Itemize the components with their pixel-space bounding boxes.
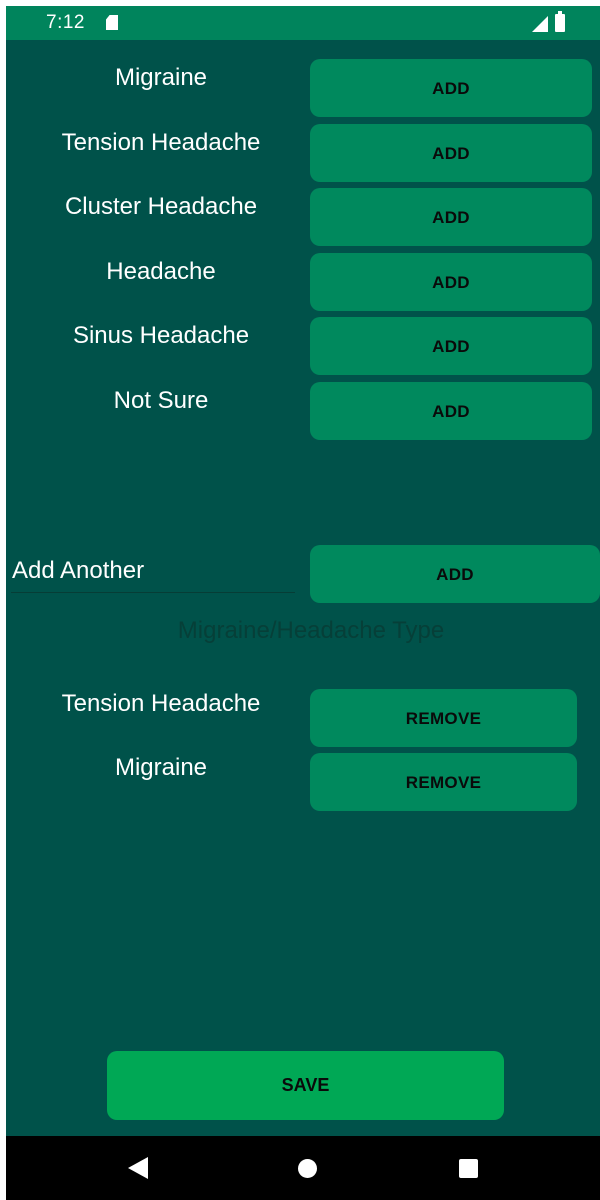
- option-label: Cluster Headache: [64, 193, 258, 220]
- option-label: Tension Headache: [61, 129, 261, 156]
- home-icon[interactable]: [298, 1159, 317, 1178]
- add-not-sure-button[interactable]: ADD: [310, 382, 592, 440]
- save-button[interactable]: SAVE: [107, 1051, 504, 1120]
- add-migraine-button[interactable]: ADD: [310, 59, 592, 117]
- section-title: Migraine/Headache Type: [177, 617, 445, 644]
- selected-label: Migraine: [114, 754, 208, 781]
- add-cluster-headache-button[interactable]: ADD: [310, 188, 592, 246]
- screen: 7:12 Migraine ADD Tension Headache ADD C…: [6, 6, 600, 1200]
- add-another-button[interactable]: ADD: [310, 545, 600, 603]
- option-label: Sinus Headache: [72, 322, 250, 349]
- sd-card-icon: [106, 15, 118, 30]
- back-icon[interactable]: [128, 1157, 148, 1179]
- signal-icon: [532, 16, 548, 32]
- option-row-migraine: Migraine ADD: [6, 56, 600, 117]
- remove-tension-headache-button[interactable]: REMOVE: [310, 689, 577, 747]
- add-tension-headache-button[interactable]: ADD: [310, 124, 592, 182]
- option-label: Headache: [106, 258, 216, 285]
- navigation-bar: [6, 1136, 600, 1200]
- option-row-tension-headache: Tension Headache ADD: [6, 121, 600, 182]
- add-sinus-headache-button[interactable]: ADD: [310, 317, 592, 375]
- option-row-headache: Headache ADD: [6, 250, 600, 311]
- add-headache-button[interactable]: ADD: [310, 253, 592, 311]
- selected-label: Tension Headache: [61, 690, 261, 717]
- status-time: 7:12: [46, 12, 85, 33]
- status-bar: 7:12: [6, 6, 600, 40]
- add-another-field[interactable]: Add Another: [11, 551, 295, 593]
- remove-migraine-button[interactable]: REMOVE: [310, 753, 577, 811]
- selected-row-migraine: Migraine REMOVE: [6, 750, 600, 811]
- battery-icon: [555, 11, 565, 32]
- option-row-not-sure: Not Sure ADD: [6, 379, 600, 440]
- recents-icon[interactable]: [459, 1159, 478, 1178]
- option-row-sinus-headache: Sinus Headache ADD: [6, 314, 600, 375]
- selected-row-tension-headache: Tension Headache REMOVE: [6, 686, 600, 747]
- option-label: Not Sure: [113, 387, 209, 414]
- option-row-cluster-headache: Cluster Headache ADD: [6, 185, 600, 246]
- option-label: Migraine: [114, 64, 208, 91]
